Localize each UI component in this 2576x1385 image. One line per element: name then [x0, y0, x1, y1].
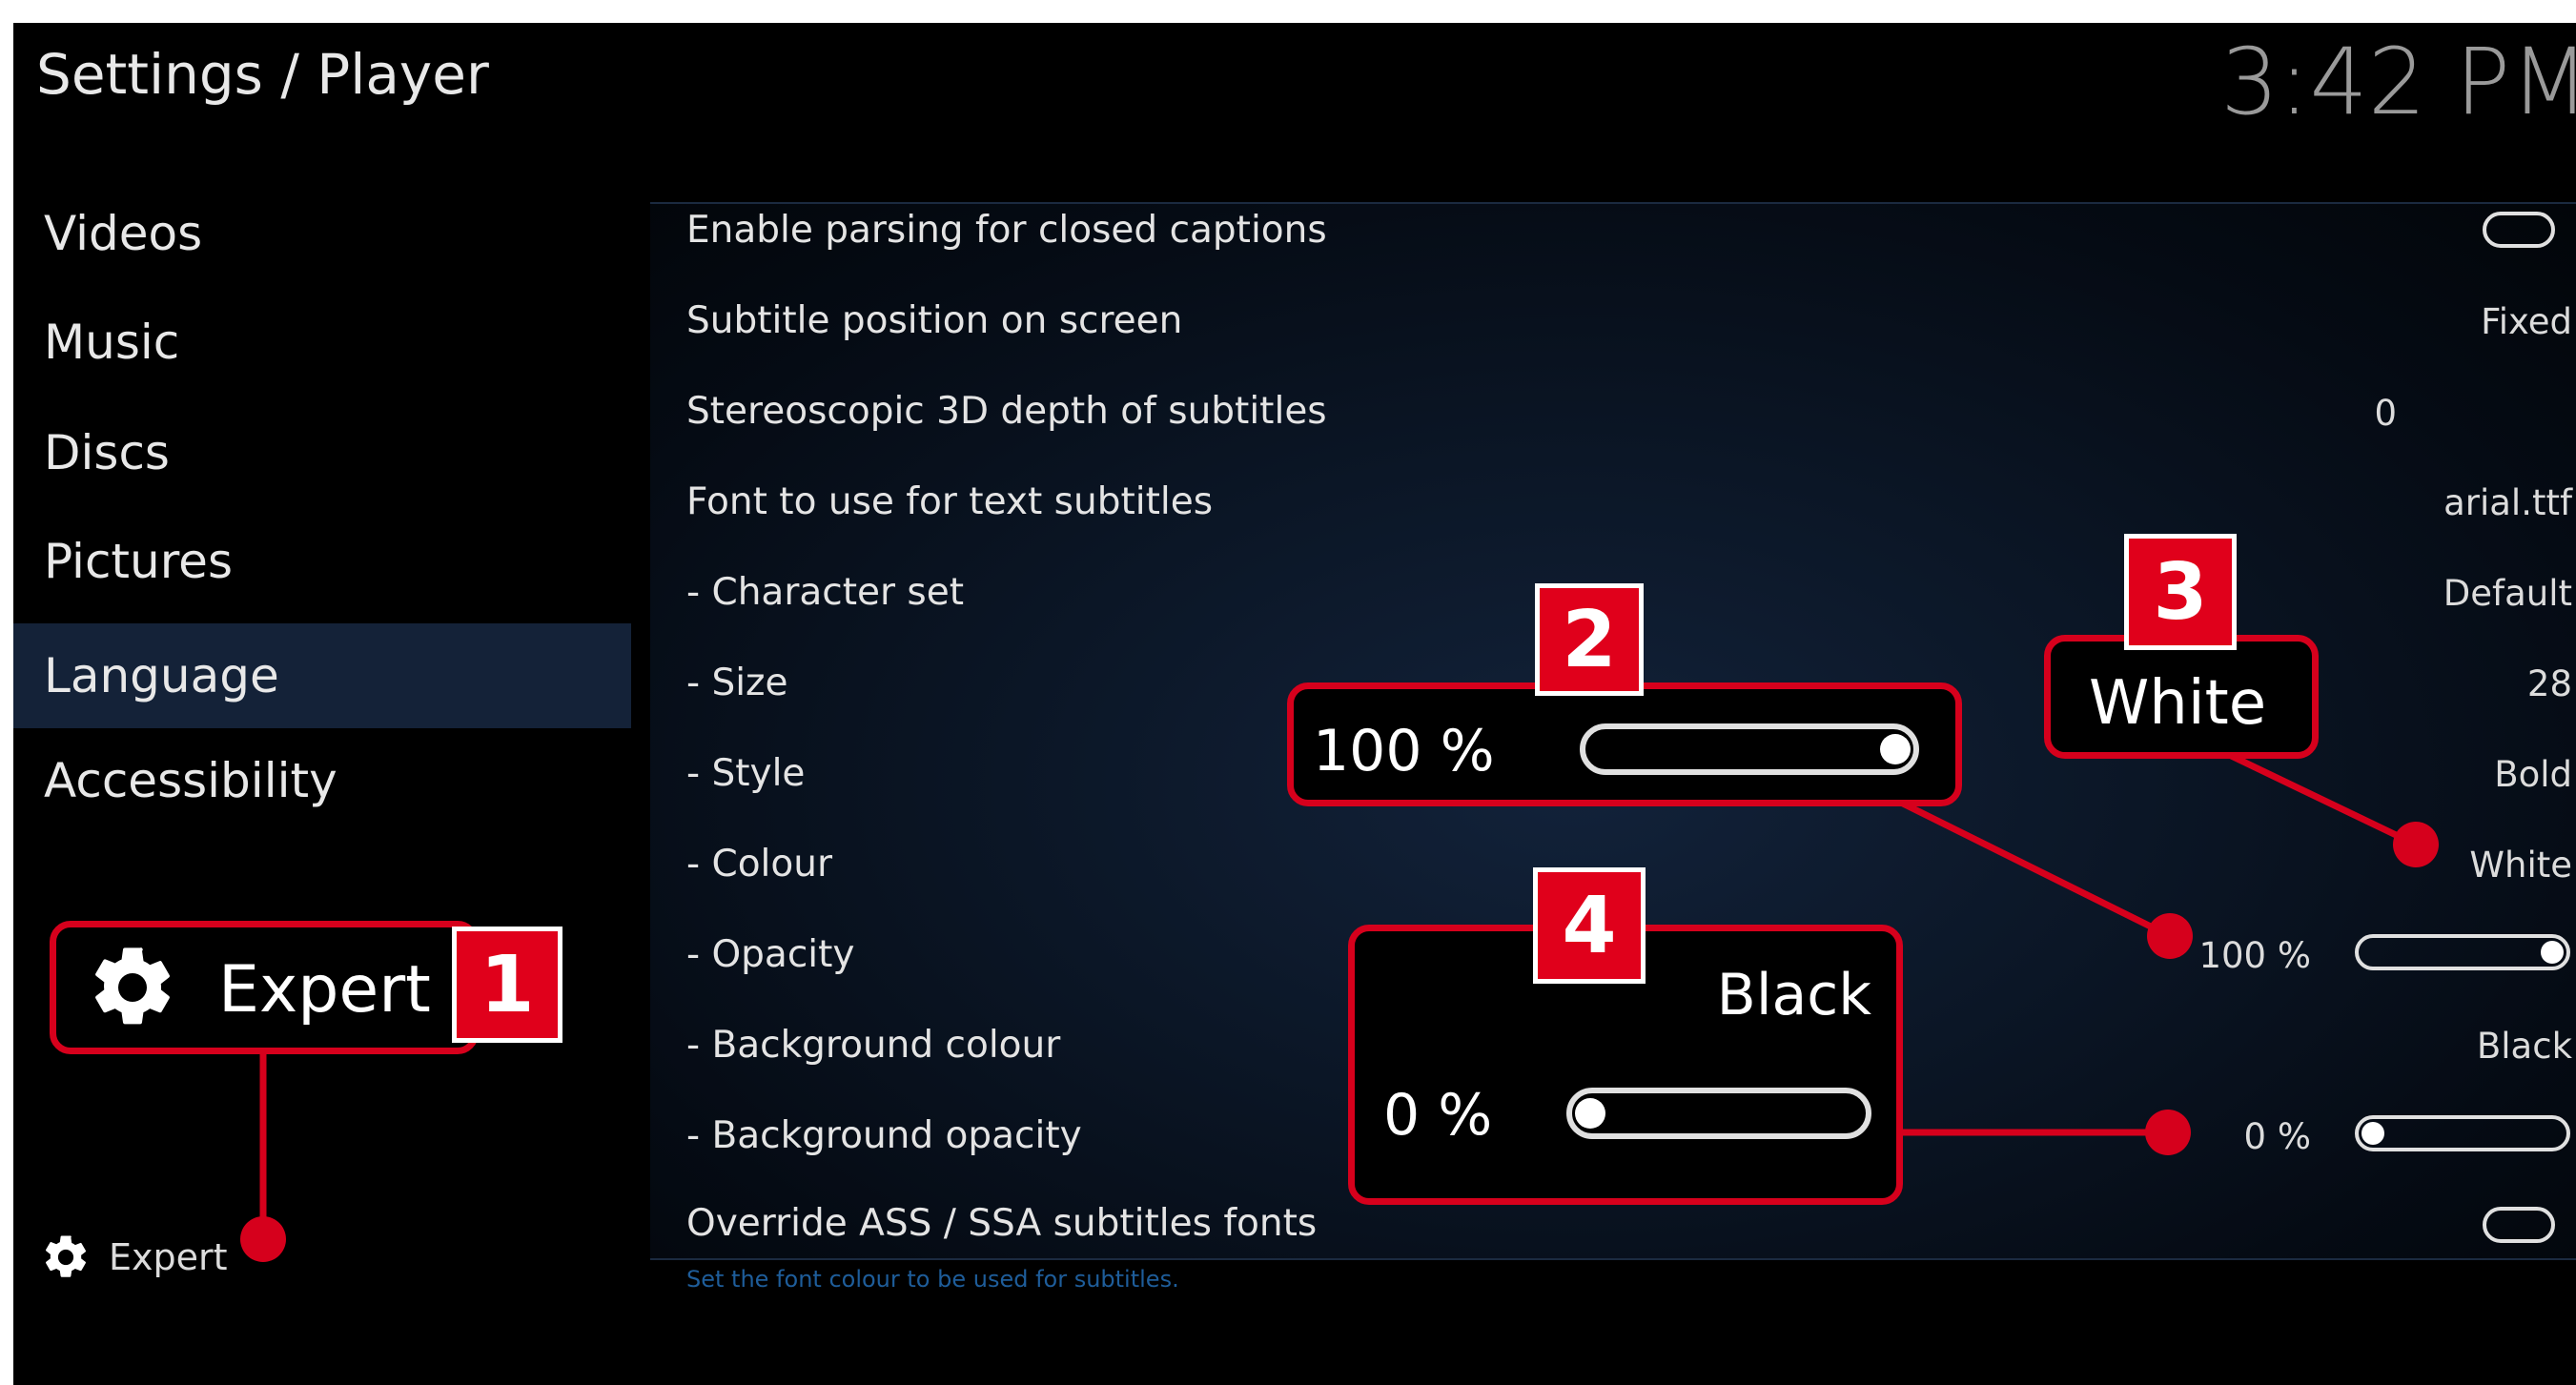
- callout-colour-value: White: [2089, 668, 2267, 739]
- callout-badge-4: 4: [1533, 867, 1646, 984]
- connector-line-2: [1899, 799, 2172, 940]
- slider-knob: [1880, 734, 1911, 764]
- connector-dot-3: [2393, 822, 2439, 867]
- connector-line-3: [2219, 747, 2418, 848]
- callout-opacity: 100 %: [1287, 682, 1962, 806]
- callout-expert: Expert: [50, 921, 479, 1054]
- callout-background-opacity-value: 0 %: [1383, 1082, 1493, 1149]
- callout-background-opacity-slider: [1566, 1088, 1871, 1139]
- gear-icon: [95, 947, 170, 1025]
- callout-colour: White: [2044, 635, 2319, 759]
- connector-dot-4: [2145, 1110, 2191, 1155]
- connector-dot-2: [2147, 913, 2193, 959]
- callout-badge-1: 1: [452, 927, 562, 1043]
- slider-knob: [1575, 1098, 1605, 1129]
- kodi-screen: Settings / Player 3:42 PM Videos Music D…: [13, 23, 2576, 1385]
- callout-expert-label: Expert: [218, 952, 431, 1028]
- callout-opacity-value: 100 %: [1313, 718, 1495, 784]
- connector-dot-1: [240, 1216, 286, 1262]
- callout-badge-2: 2: [1535, 583, 1644, 696]
- callout-background-colour: Black: [1716, 962, 1871, 1029]
- callout-opacity-slider: [1580, 723, 1919, 775]
- callout-badge-3: 3: [2124, 534, 2237, 650]
